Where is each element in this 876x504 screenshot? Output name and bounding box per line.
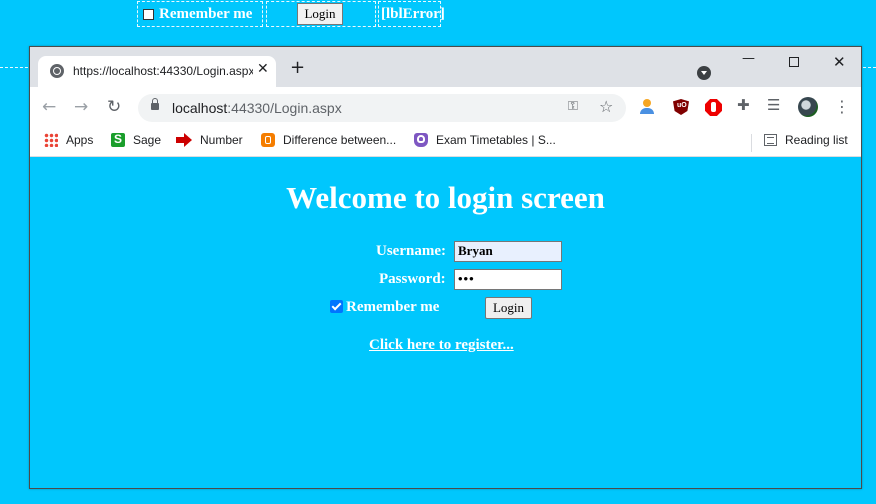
password-input[interactable]: ••• bbox=[454, 269, 562, 290]
page-content: Welcome to login screen Username: Bryan … bbox=[30, 158, 861, 488]
title-bar: https://localhost:44330/Login.aspx ✕ + —… bbox=[30, 47, 861, 87]
lock-icon[interactable] bbox=[151, 98, 159, 110]
star-icon[interactable]: ☆ bbox=[599, 97, 613, 116]
profile-extension-icon[interactable] bbox=[640, 99, 656, 115]
designer-login-button[interactable]: Login bbox=[297, 3, 343, 25]
reading-list-label: Reading list bbox=[785, 133, 848, 147]
designer-remember-zone: Remember me bbox=[137, 1, 263, 27]
url-host: localhost bbox=[172, 100, 228, 116]
reload-icon[interactable]: ↻ bbox=[107, 97, 121, 117]
bookmark-sage[interactable]: Sage bbox=[111, 132, 162, 148]
sage-icon bbox=[111, 132, 125, 147]
bookmark-number[interactable]: Number bbox=[176, 132, 243, 148]
avatar[interactable] bbox=[798, 97, 818, 117]
login-button[interactable]: Login bbox=[485, 297, 532, 319]
bookmarks-bar: Apps Sage Number Difference between... E… bbox=[30, 129, 861, 157]
username-label: Username: bbox=[376, 243, 446, 259]
back-arrow-icon[interactable]: ← bbox=[42, 97, 56, 117]
close-tab-icon[interactable]: ✕ bbox=[257, 61, 269, 77]
reading-list[interactable]: Reading list bbox=[764, 133, 848, 147]
bookmark-label: Sage bbox=[133, 133, 162, 147]
adblock-icon[interactable] bbox=[705, 99, 722, 116]
username-input[interactable]: Bryan bbox=[454, 241, 562, 262]
bookmarks-divider bbox=[751, 134, 752, 152]
tab-search-icon[interactable] bbox=[697, 66, 711, 80]
designer-error-label: [lblError] bbox=[381, 6, 445, 22]
exam-icon bbox=[414, 132, 428, 147]
page-title: Welcome to login screen bbox=[286, 180, 605, 215]
bookmark-label: Number bbox=[200, 133, 243, 147]
ublock-icon[interactable]: uO bbox=[673, 99, 689, 115]
browser-toolbar: ← → ↻ localhost:44330/Login.aspx ⚿ ☆ uO … bbox=[30, 87, 861, 129]
window-close-icon[interactable]: ✕ bbox=[833, 53, 846, 71]
bookmark-label: Exam Timetables | S... bbox=[436, 133, 556, 147]
tab-title: https://localhost:44330/Login.aspx bbox=[73, 64, 253, 78]
blogger-icon bbox=[261, 132, 275, 147]
bookmark-label: Difference between... bbox=[283, 133, 397, 147]
bookmark-difference[interactable]: Difference between... bbox=[261, 132, 397, 148]
media-control-icon[interactable]: ☰ bbox=[767, 96, 783, 114]
bookmark-label: Apps bbox=[66, 133, 94, 147]
forward-arrow-icon[interactable]: → bbox=[74, 97, 88, 117]
apps-grid-icon bbox=[44, 132, 58, 147]
extensions-puzzle-icon[interactable]: ✚ bbox=[737, 96, 753, 114]
url-text[interactable]: localhost:44330/Login.aspx bbox=[172, 100, 342, 116]
designer-remember-checkbox[interactable] bbox=[143, 9, 154, 20]
menu-dots-icon[interactable]: ⋮ bbox=[834, 97, 850, 116]
reading-list-icon bbox=[764, 133, 777, 146]
remember-me-checkbox[interactable] bbox=[330, 300, 343, 313]
key-icon[interactable]: ⚿ bbox=[568, 99, 578, 114]
maximize-icon[interactable] bbox=[789, 57, 799, 67]
minimize-icon[interactable]: — bbox=[742, 51, 755, 66]
new-tab-icon[interactable]: + bbox=[290, 59, 305, 77]
globe-icon bbox=[50, 64, 64, 78]
register-link[interactable]: Click here to register... bbox=[369, 337, 514, 354]
designer-error-zone: [lblError] bbox=[378, 1, 445, 27]
url-path: :44330/Login.aspx bbox=[227, 100, 342, 116]
bookmark-exam[interactable]: Exam Timetables | S... bbox=[414, 132, 556, 148]
bookmark-apps[interactable]: Apps bbox=[44, 132, 94, 148]
browser-tab[interactable]: https://localhost:44330/Login.aspx ✕ bbox=[38, 56, 276, 87]
red-arrow-icon bbox=[176, 132, 192, 147]
remember-me-label[interactable]: Remember me bbox=[346, 299, 439, 316]
address-bar[interactable]: localhost:44330/Login.aspx ⚿ ☆ bbox=[138, 94, 626, 122]
browser-window: https://localhost:44330/Login.aspx ✕ + —… bbox=[29, 46, 862, 489]
password-label: Password: bbox=[379, 271, 446, 287]
designer-login-zone: Login bbox=[266, 1, 376, 27]
designer-remember-label: Remember me bbox=[159, 6, 253, 22]
